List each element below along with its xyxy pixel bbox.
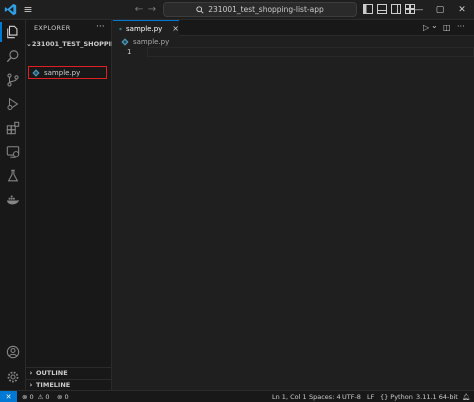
remote-explorer-icon: [6, 146, 20, 158]
tab-label: sample.py: [126, 24, 163, 33]
toggle-panel-icon[interactable]: [377, 4, 387, 14]
account-icon: [6, 345, 20, 359]
minimize-button[interactable]: —: [408, 0, 430, 20]
title-bar: ≡ ← → 231001_test_shopping-list-app — ▢ …: [0, 0, 474, 20]
vscode-logo-icon: [4, 3, 17, 16]
tab-sample-py[interactable]: sample.py ×: [113, 20, 179, 36]
timeline-section[interactable]: › TIMELINE: [26, 379, 112, 390]
run-dropdown-chevron-icon[interactable]: ⌄: [431, 21, 438, 30]
activity-docker[interactable]: [0, 188, 26, 212]
source-control-icon: [7, 73, 19, 87]
testing-icon: [7, 169, 19, 182]
maximize-button[interactable]: ▢: [429, 0, 451, 20]
current-line-highlight[interactable]: [147, 47, 474, 57]
workspace-name: 231001_test_shopping-list-app: [208, 5, 324, 14]
timeline-label: TIMELINE: [36, 381, 71, 389]
run-debug-icon: [7, 97, 19, 111]
language-mode-status[interactable]: {} Python: [380, 392, 413, 402]
command-center-search[interactable]: 231001_test_shopping-list-app: [163, 2, 357, 17]
split-editor-icon[interactable]: ◫: [443, 23, 451, 32]
remote-indicator-button[interactable]: ✕: [0, 391, 17, 402]
breadcrumb-file: sample.py: [133, 38, 170, 46]
extensions-icon: [6, 121, 20, 135]
docker-icon: [6, 195, 20, 205]
activity-accounts[interactable]: [0, 340, 26, 364]
search-icon: [196, 5, 204, 14]
breadcrumb[interactable]: sample.py: [121, 38, 169, 46]
activity-testing[interactable]: [0, 164, 26, 188]
status-bar: ✕ ⊗ 0 ⚠ 0 ⊚ 0 Ln 1, Col 1 Spaces: 4 UTF-…: [0, 390, 474, 402]
activity-manage[interactable]: [0, 365, 26, 389]
warning-icon: ⚠: [37, 393, 44, 401]
line-number: 1: [127, 48, 132, 56]
sidebar-title: EXPLORER: [34, 24, 71, 32]
workspace-folder[interactable]: ⌄ 231001_TEST_SHOPPING-L...: [26, 38, 112, 50]
close-window-button[interactable]: ✕: [451, 0, 473, 20]
activity-search[interactable]: [0, 44, 26, 68]
activity-run-debug[interactable]: [0, 92, 26, 116]
error-count: 0: [29, 393, 34, 401]
python-file-icon: [32, 68, 40, 77]
activity-extensions[interactable]: [0, 116, 26, 140]
toggle-primary-sidebar-icon[interactable]: [363, 4, 373, 14]
problems-status[interactable]: ⊗ 0 ⚠ 0: [22, 392, 50, 402]
file-label: sample.py: [44, 68, 81, 77]
editor-area[interactable]: sample.py × ▷ ⌄ ◫ ··· sample.py 1: [113, 20, 474, 390]
error-icon: ⊗: [22, 393, 28, 401]
chevron-right-icon: ›: [29, 381, 33, 389]
language-label: Python: [390, 393, 413, 401]
cursor-position-status[interactable]: Ln 1, Col 1: [272, 392, 307, 402]
toggle-secondary-sidebar-icon[interactable]: [391, 4, 401, 14]
encoding-status[interactable]: UTF-8: [342, 392, 361, 402]
back-arrow-icon[interactable]: ←: [133, 3, 145, 16]
braces-icon: {}: [380, 393, 389, 401]
activity-bar: [0, 20, 26, 390]
menu-icon[interactable]: ≡: [21, 3, 35, 16]
activity-explorer[interactable]: [0, 20, 26, 44]
editor-tab-bar: sample.py × ▷ ⌄ ◫ ···: [113, 20, 474, 36]
notifications-bell-icon[interactable]: 🔔︎: [462, 392, 470, 402]
chevron-right-icon: ›: [29, 369, 33, 377]
ports-count: 0: [64, 393, 69, 401]
activity-remote-explorer[interactable]: [0, 140, 26, 164]
workspace-folder-label: 231001_TEST_SHOPPING-L...: [31, 40, 112, 48]
outline-section[interactable]: › OUTLINE: [26, 367, 112, 378]
manage-gear-icon: [7, 371, 19, 383]
python-interpreter-status[interactable]: 3.11.1 64-bit: [416, 392, 458, 402]
ports-status[interactable]: ⊚ 0: [57, 392, 69, 402]
file-item-sample-py[interactable]: sample.py: [28, 66, 107, 79]
tab-close-icon[interactable]: ×: [172, 24, 179, 33]
broadcast-icon: ⊚: [57, 393, 63, 401]
run-python-file-icon[interactable]: ▷: [423, 23, 429, 32]
python-file-icon: [119, 27, 122, 30]
outline-label: OUTLINE: [36, 369, 68, 377]
indentation-status[interactable]: Spaces: 4: [309, 392, 341, 402]
warning-count: 0: [45, 393, 50, 401]
explorer-icon: [7, 25, 18, 39]
eol-status[interactable]: LF: [367, 392, 374, 402]
python-file-icon: [121, 38, 129, 46]
explorer-sidebar: EXPLORER ··· ⌄ 231001_TEST_SHOPPING-L...…: [26, 20, 112, 390]
forward-arrow-icon[interactable]: →: [146, 3, 158, 16]
explorer-more-actions-button[interactable]: ···: [96, 22, 105, 32]
editor-more-actions-button[interactable]: ···: [457, 22, 465, 31]
activity-source-control[interactable]: [0, 68, 26, 92]
search-icon: [6, 50, 19, 63]
